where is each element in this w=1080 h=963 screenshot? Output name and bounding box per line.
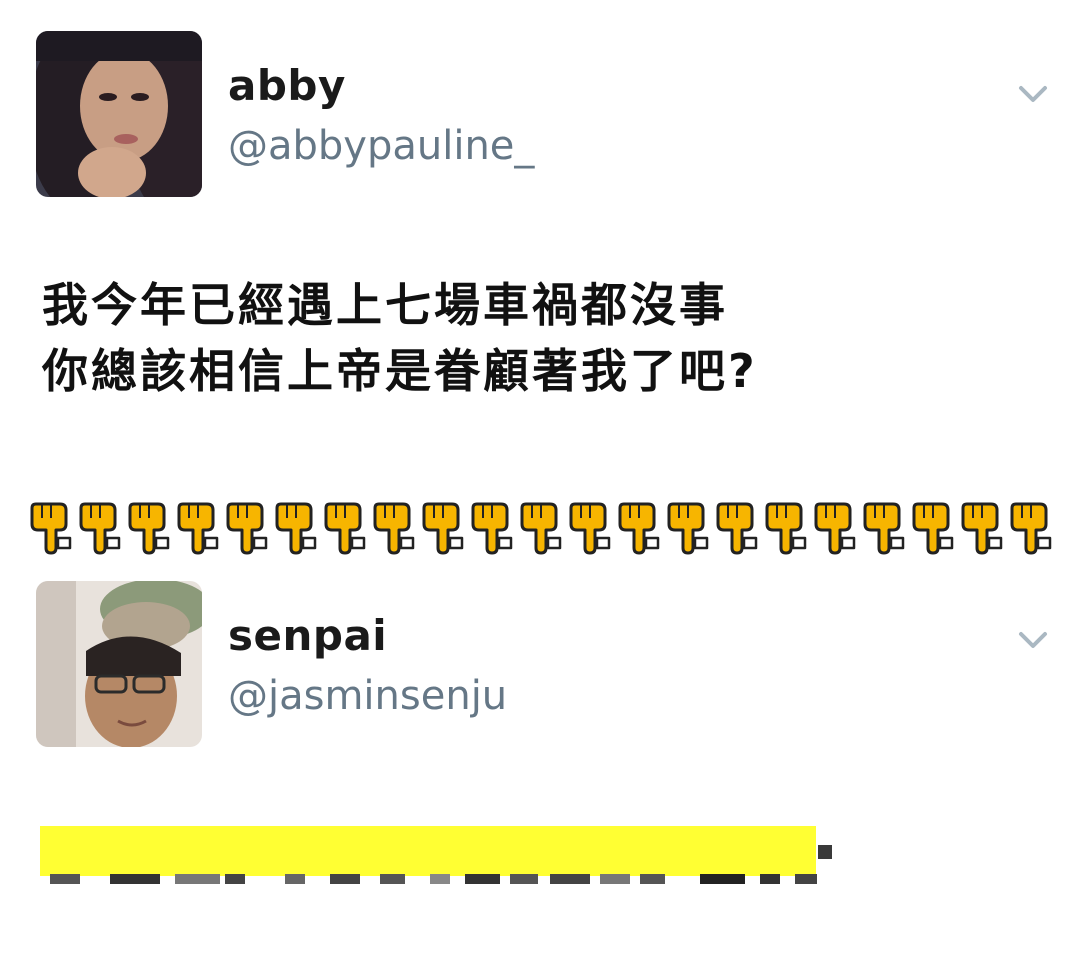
pointing-down-hand-icon [761,500,810,556]
tweet-text-line-2: 你總該相信上帝是眷顧著我了吧? [42,344,758,398]
tweet-menu-button[interactable] [1013,79,1053,109]
pointing-down-hand-icon [173,500,222,556]
avatar-photo-icon [36,31,202,197]
avatar-abby[interactable] [36,31,202,197]
pointing-down-hand-icon [222,500,271,556]
user-handle[interactable]: @abbypauline_ [228,123,534,169]
pointing-down-hand-icon [908,500,957,556]
chevron-down-icon [1019,86,1047,102]
pointing-down-hand-icon [75,500,124,556]
pointing-down-hand-icon [124,500,173,556]
pointing-down-hand-icon [1006,500,1055,556]
pointing-down-hand-icon [26,500,75,556]
pointing-down-hand-icon [712,500,761,556]
tweet-text: 我今年已經遇上七場車禍都沒事 你總該相信上帝是眷顧著我了吧? [42,272,758,404]
censor-mark [818,845,832,859]
tweet-header-1: abby @abbypauline_ [0,31,1080,203]
avatar-senpai[interactable] [36,581,202,747]
avatar-photo-icon [36,581,202,747]
tweet-menu-button[interactable] [1013,625,1053,655]
user-handle[interactable]: @jasminsenju [228,673,507,719]
pointing-down-hand-icon [369,500,418,556]
tweet-text-line-1: 我今年已經遇上七場車禍都沒事 [42,278,728,332]
pointing-down-hand-icon [418,500,467,556]
pointing-down-hand-icon [810,500,859,556]
pointing-down-hand-icon [565,500,614,556]
pointing-down-hand-icon [271,500,320,556]
pointing-down-hand-icon [516,500,565,556]
pointing-down-hand-icon [614,500,663,556]
display-name[interactable]: abby [228,61,346,110]
tweet-header-2: senpai @jasminsenju [0,581,1080,753]
censored-text-strip [50,874,817,884]
display-name[interactable]: senpai [228,611,387,660]
pointing-down-hand-icon [957,500,1006,556]
pointing-down-hand-icon [663,500,712,556]
pointing-down-hand-icon [859,500,908,556]
pointer-separator [26,500,1056,560]
pointing-down-hand-icon [467,500,516,556]
pointing-down-hand-icon [320,500,369,556]
chevron-down-icon [1019,632,1047,648]
